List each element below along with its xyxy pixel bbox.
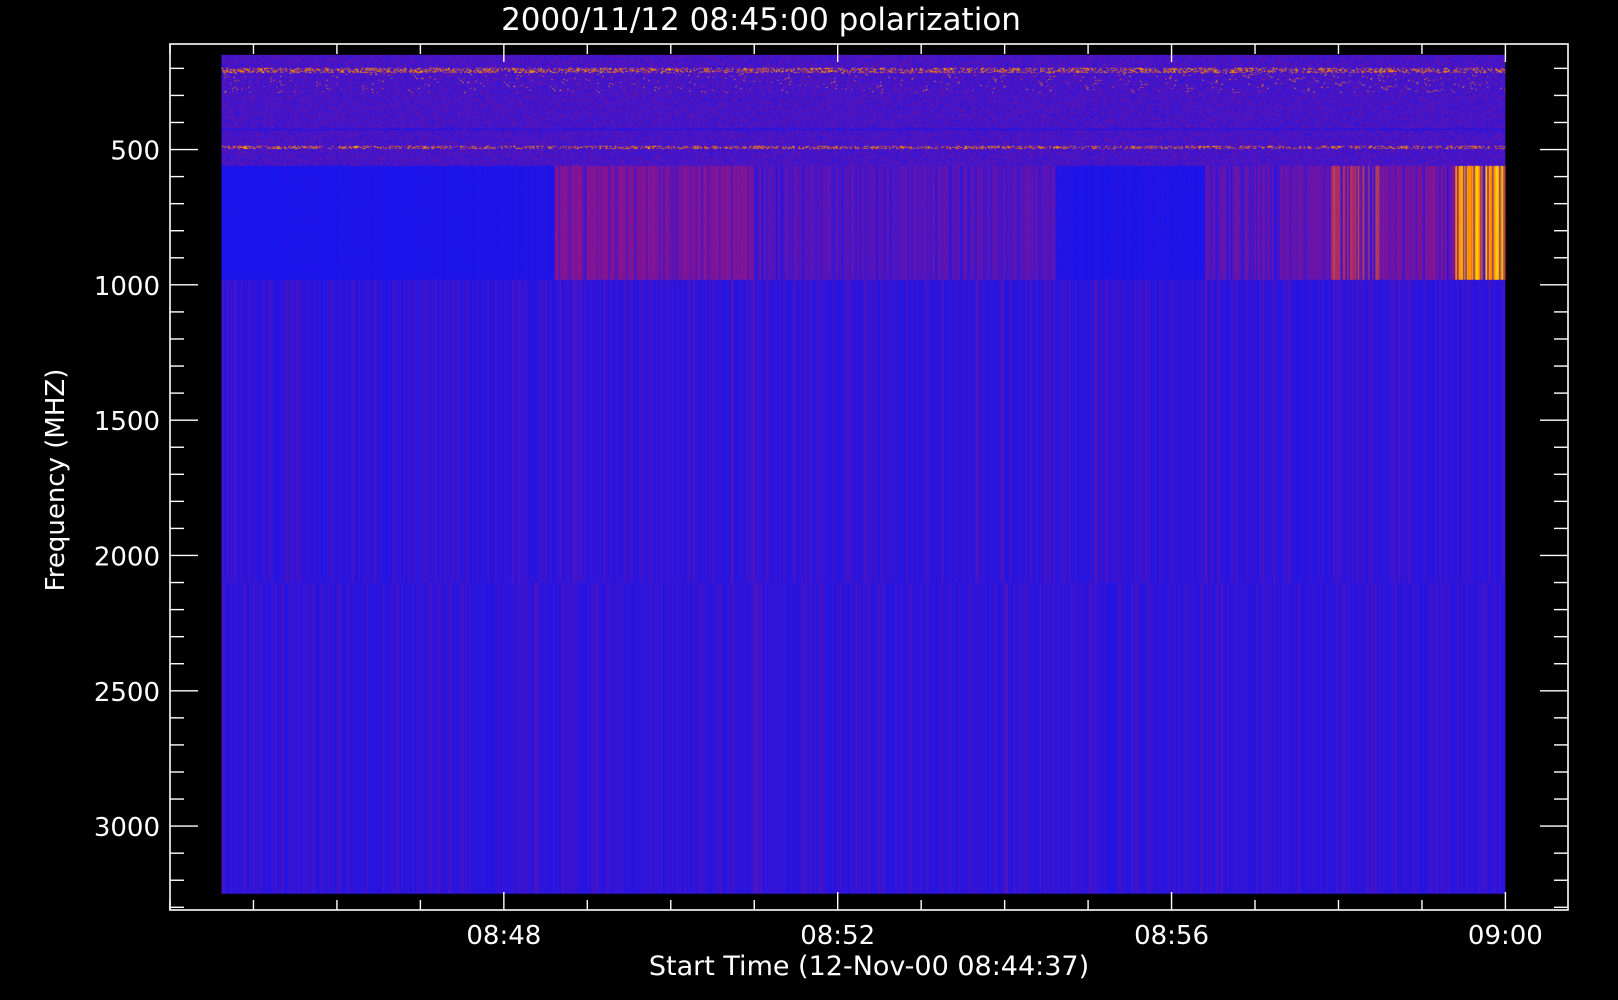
y-tick-label: 2000: [94, 542, 160, 572]
y-tick-label: 500: [110, 137, 160, 167]
polarization-spectrogram: 2000/11/12 08:45:00 polarization 08:48 08…: [41, 2, 1569, 982]
x-axis-label: Start Time (12-Nov-00 08:44:37): [649, 951, 1089, 982]
y-axis-label: Frequency (MHZ): [41, 369, 71, 592]
heatmap-area: [221, 54, 1506, 894]
x-tick-label: 09:00: [1468, 921, 1543, 951]
x-tick-label: 08:48: [466, 921, 541, 951]
y-tick-label: 2500: [94, 678, 160, 708]
x-tick-label: 08:56: [1134, 921, 1209, 951]
y-tick-label: 1500: [94, 407, 160, 437]
y-tick-label: 3000: [94, 813, 160, 843]
chart-title: 2000/11/12 08:45:00 polarization: [501, 2, 1021, 38]
y-tick-label: 1000: [94, 272, 160, 302]
x-tick-label: 08:52: [800, 921, 875, 951]
spectrogram-raster: [221, 54, 1506, 894]
